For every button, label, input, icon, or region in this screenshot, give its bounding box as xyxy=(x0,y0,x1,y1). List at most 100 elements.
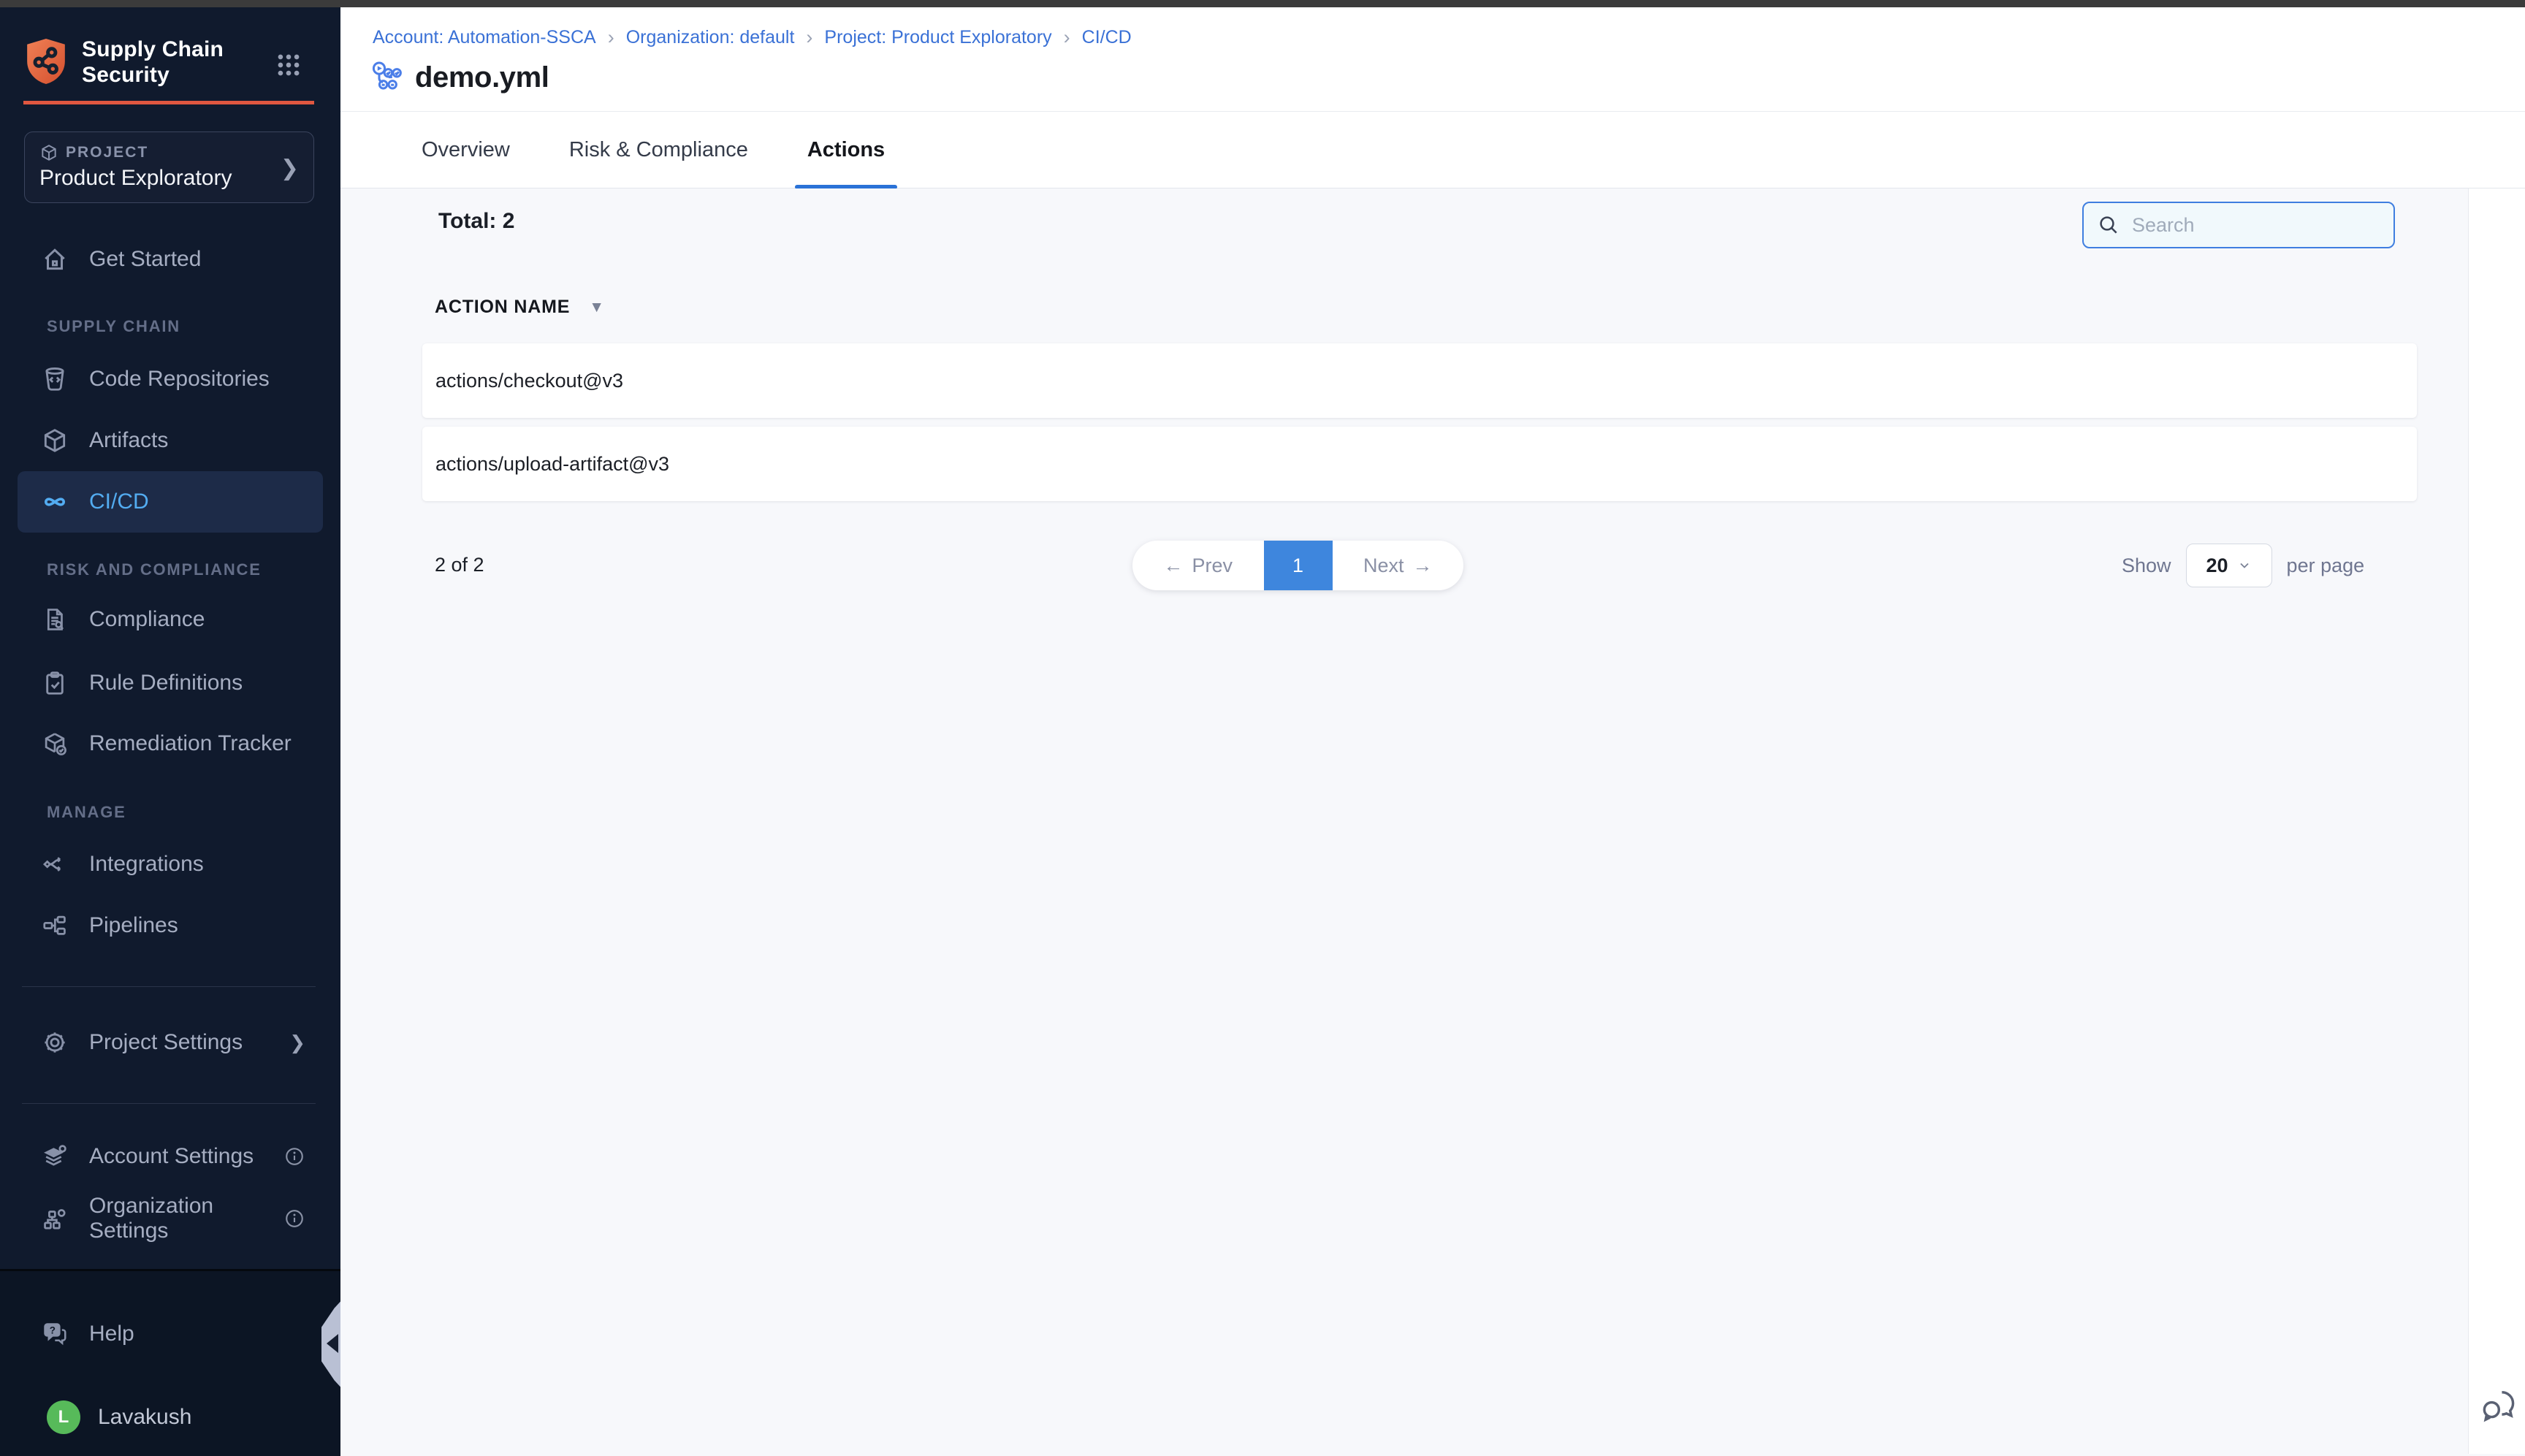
sidebar-item-account-settings[interactable]: Account Settings xyxy=(18,1126,323,1187)
integrations-icon xyxy=(41,850,69,878)
project-label-row: PROJECT xyxy=(39,143,148,162)
cicd-infinity-icon xyxy=(41,488,69,516)
prev-page-button[interactable]: ← Prev xyxy=(1132,541,1264,590)
account-settings-layers-icon xyxy=(41,1143,69,1170)
page-size-control: Show 20 per page xyxy=(2122,541,2364,590)
search-icon xyxy=(2097,213,2120,237)
sidebar-item-integrations[interactable]: Integrations xyxy=(18,834,323,895)
action-name: actions/checkout@v3 xyxy=(435,370,623,392)
sidebar-item-organization-settings[interactable]: Organization Settings xyxy=(18,1188,323,1249)
sidebar-item-get-started[interactable]: Get Started xyxy=(18,229,323,290)
sidebar-item-label: Rule Definitions xyxy=(89,671,243,695)
section-heading-supply-chain: SUPPLY CHAIN xyxy=(47,317,180,336)
sidebar-item-label: Get Started xyxy=(89,247,201,272)
action-name: actions/upload-artifact@v3 xyxy=(435,453,669,476)
sidebar-item-label: Compliance xyxy=(89,607,205,632)
breadcrumb-separator-icon: › xyxy=(608,26,614,49)
sidebar-item-artifacts[interactable]: Artifacts xyxy=(18,410,323,471)
shield-logo-icon xyxy=(23,37,69,86)
organization-settings-icon xyxy=(41,1205,69,1232)
search-input[interactable] xyxy=(2130,213,2393,237)
sidebar-item-label: Help xyxy=(89,1322,134,1346)
sidebar-item-compliance[interactable]: Compliance xyxy=(18,589,323,650)
project-chevron-right-icon: ❯ xyxy=(281,156,299,181)
sidebar-item-cicd[interactable]: CI/CD xyxy=(18,471,323,533)
sidebar-item-label: Organization Settings xyxy=(89,1194,283,1243)
breadcrumb-project-link[interactable]: Project: Product Exploratory xyxy=(824,27,1051,48)
breadcrumb: Account: Automation-SSCA › Organization:… xyxy=(373,26,1132,49)
sidebar-item-label: Artifacts xyxy=(89,428,168,453)
page-size-select[interactable]: 20 xyxy=(2186,544,2272,587)
home-icon xyxy=(41,245,69,273)
svg-text:?: ? xyxy=(50,1324,56,1335)
sidebar-item-label: CI/CD xyxy=(89,489,149,514)
brand-accent-divider xyxy=(23,101,314,104)
rule-definitions-clipboard-icon xyxy=(41,669,69,697)
code-repositories-icon xyxy=(41,365,69,393)
sidebar-item-label: Code Repositories xyxy=(89,367,270,392)
section-heading-risk-compliance: RISK AND COMPLIANCE xyxy=(47,560,262,579)
page-header: Account: Automation-SSCA › Organization:… xyxy=(340,7,2525,111)
info-icon[interactable] xyxy=(283,1146,305,1167)
product-title: Supply Chain Security xyxy=(82,37,224,88)
project-selector[interactable]: PROJECT Product Exploratory ❯ xyxy=(24,132,314,203)
info-icon[interactable] xyxy=(283,1208,305,1230)
browser-chrome-strip xyxy=(0,0,2525,7)
sidebar-item-remediation-tracker[interactable]: Remediation Tracker xyxy=(18,713,323,774)
sidebar-item-label: Project Settings xyxy=(89,1030,243,1055)
sidebar-item-help[interactable]: ? Help xyxy=(18,1303,323,1365)
supply-chain-security-app: { "colors": { "accent_blue": "#2A72D7", … xyxy=(0,0,2525,1454)
sidebar-divider xyxy=(22,986,316,987)
current-page-button[interactable]: 1 xyxy=(1264,541,1333,590)
tab-overview[interactable]: Overview xyxy=(409,112,522,188)
workflow-file-icon xyxy=(370,60,405,95)
section-heading-manage: MANAGE xyxy=(47,803,126,822)
show-label: Show xyxy=(2122,554,2171,577)
table-row[interactable]: actions/upload-artifact@v3 xyxy=(422,427,2417,501)
tab-actions[interactable]: Actions xyxy=(795,112,897,188)
sidebar: Supply Chain Security PROJECT Product Ex… xyxy=(0,7,340,1454)
sidebar-item-label: Account Settings xyxy=(89,1144,254,1169)
column-header-action-name: ACTION NAME xyxy=(435,297,570,318)
breadcrumb-organization-link[interactable]: Organization: default xyxy=(626,27,795,48)
sidebar-item-label: Pipelines xyxy=(89,913,178,938)
sidebar-item-label: Remediation Tracker xyxy=(89,731,292,756)
page-title-row: demo.yml xyxy=(370,60,549,95)
chevron-right-icon: ❯ xyxy=(289,1032,305,1054)
page-size-value: 20 xyxy=(2206,554,2228,577)
pagination-summary: 2 of 2 xyxy=(435,554,484,576)
breadcrumb-separator-icon: › xyxy=(806,26,812,49)
module-switcher-grid-icon[interactable] xyxy=(275,51,302,79)
left-arrow-icon: ← xyxy=(1163,554,1183,577)
collapse-left-arrow-icon xyxy=(327,1334,338,1353)
sort-descending-icon[interactable]: ▼ xyxy=(589,299,604,316)
avatar: L xyxy=(47,1400,80,1434)
breadcrumb-module-link[interactable]: CI/CD xyxy=(1082,27,1132,48)
per-page-label: per page xyxy=(2287,554,2365,577)
sidebar-item-pipelines[interactable]: Pipelines xyxy=(18,895,323,956)
sidebar-item-project-settings[interactable]: Project Settings ❯ xyxy=(18,1012,323,1073)
sidebar-item-user-profile[interactable]: L Lavakush xyxy=(18,1387,323,1448)
help-chat-icon: ? xyxy=(41,1320,69,1348)
right-arrow-icon: → xyxy=(1413,554,1433,577)
chevron-down-icon xyxy=(2237,558,2252,573)
sidebar-item-rule-definitions[interactable]: Rule Definitions xyxy=(18,652,323,714)
tab-bar: Overview Risk & Compliance Actions xyxy=(340,111,2525,188)
next-page-button[interactable]: Next → xyxy=(1333,541,1464,590)
actions-panel: Total: 2 ACTION NAME ▼ actions/checkout@… xyxy=(340,188,2468,1454)
sidebar-divider xyxy=(22,1103,316,1104)
user-name: Lavakush xyxy=(98,1405,191,1430)
project-label: PROJECT xyxy=(66,144,148,161)
chat-support-icon[interactable] xyxy=(2479,1385,2517,1423)
breadcrumb-account-link[interactable]: Account: Automation-SSCA xyxy=(373,27,596,48)
tab-risk-compliance[interactable]: Risk & Compliance xyxy=(557,112,761,188)
gear-icon xyxy=(41,1029,69,1056)
table-row[interactable]: actions/checkout@v3 xyxy=(422,343,2417,418)
right-utility-rail xyxy=(2468,188,2525,1454)
pipelines-icon xyxy=(41,912,69,939)
total-count: Total: 2 xyxy=(438,209,514,234)
project-cube-icon xyxy=(39,143,58,162)
sidebar-item-code-repositories[interactable]: Code Repositories xyxy=(18,348,323,410)
page-title: demo.yml xyxy=(415,61,549,94)
sidebar-item-label: Integrations xyxy=(89,852,204,877)
